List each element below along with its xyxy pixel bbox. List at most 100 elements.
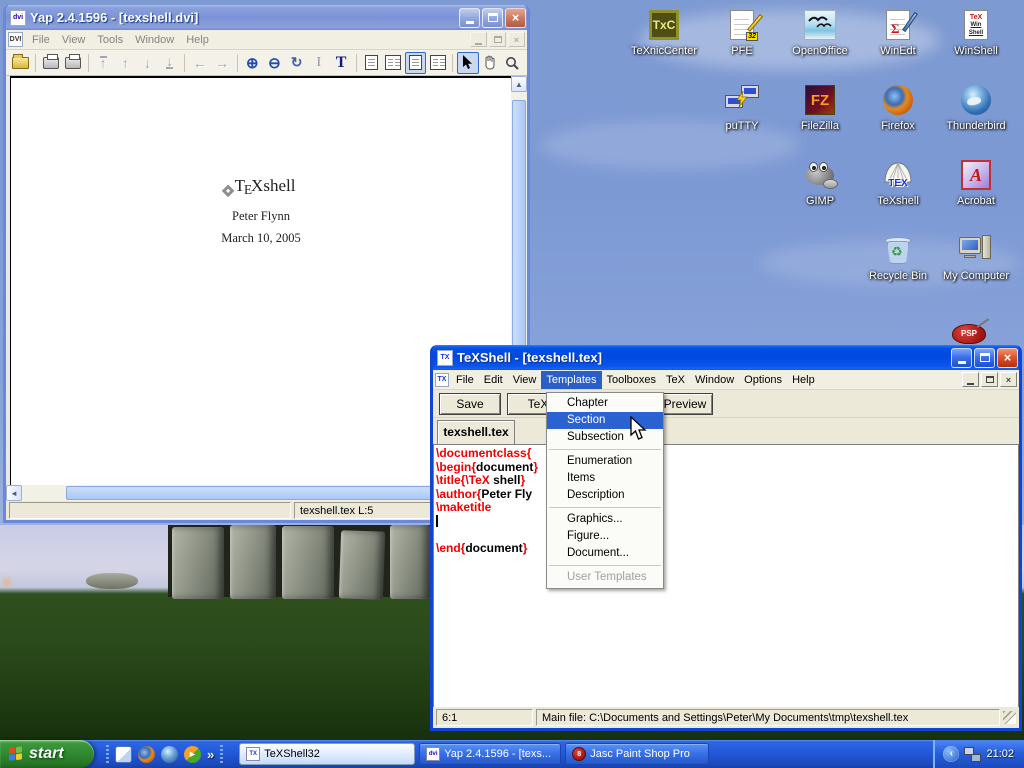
- back-icon[interactable]: ←: [189, 52, 210, 74]
- openoffice-icon: [803, 8, 837, 42]
- menu-templates[interactable]: Templates: [541, 371, 601, 389]
- menu-item-user-templates: User Templates: [547, 569, 663, 586]
- menu-file[interactable]: File: [451, 371, 479, 389]
- menu-options[interactable]: Options: [739, 371, 787, 389]
- menu-item-enumeration[interactable]: Enumeration: [547, 453, 663, 470]
- desktop-icon-firefox[interactable]: Firefox: [859, 83, 937, 132]
- mdi-minimize-button[interactable]: [962, 372, 979, 387]
- stone: [282, 526, 334, 599]
- menu-view[interactable]: View: [56, 32, 92, 48]
- mdi-restore-button[interactable]: [489, 32, 506, 47]
- minimize-button[interactable]: [951, 348, 972, 368]
- show-desktop-icon[interactable]: [115, 746, 132, 763]
- desktop-icon-recycle-bin[interactable]: ♻ Recycle Bin: [859, 233, 937, 282]
- texshell-titlebar[interactable]: TX TeXShell - [texshell.tex] ×: [430, 345, 1022, 370]
- first-page-icon[interactable]: ↑: [93, 52, 114, 74]
- media-player-quicklaunch-icon[interactable]: ►: [184, 746, 201, 763]
- desktop-icon-my-computer[interactable]: My Computer: [937, 233, 1015, 282]
- mdi-restore-button[interactable]: [981, 372, 998, 387]
- taskbar: start ► » TX TeXShell32 dvi Yap 2.4.1596…: [0, 740, 1024, 768]
- tray-chevron-icon[interactable]: ‹: [943, 746, 959, 762]
- tab-texshell-tex[interactable]: texshell.tex: [437, 420, 515, 444]
- yap-titlebar[interactable]: dvi Yap 2.4.1596 - [texshell.dvi] ×: [3, 5, 530, 30]
- edit-cursor-icon[interactable]: I: [308, 52, 329, 74]
- double-page-icon[interactable]: [383, 52, 404, 74]
- mdi-close-button[interactable]: ×: [1000, 372, 1017, 387]
- code-area[interactable]: \documentclass{\begin{document}\title{\T…: [433, 444, 1019, 707]
- desktop-icon-winshell[interactable]: TeXWinShell WinShell: [937, 8, 1015, 57]
- desktop-icon-winedt[interactable]: Σ WinEdt: [859, 8, 937, 57]
- continuous-view-icon[interactable]: [405, 52, 426, 74]
- minimize-button[interactable]: [459, 8, 480, 28]
- pan-tool-icon[interactable]: [480, 52, 501, 74]
- page-up-icon[interactable]: ↑: [115, 52, 136, 74]
- desktop-icon-gimp[interactable]: GIMP: [781, 158, 859, 207]
- thunderbird-quicklaunch-icon[interactable]: [161, 746, 178, 763]
- taskbar-button-yap[interactable]: dvi Yap 2.4.1596 - [texs...: [419, 743, 561, 765]
- desktop-icon-texniccenter[interactable]: TxC TeXnicCenter: [625, 8, 703, 57]
- menu-item-chapter[interactable]: Chapter: [547, 395, 663, 412]
- menu-file[interactable]: File: [26, 32, 56, 48]
- close-button[interactable]: ×: [505, 8, 526, 28]
- menu-item-description[interactable]: Description: [547, 487, 663, 504]
- open-icon[interactable]: [10, 52, 31, 74]
- horizontal-scroll-thumb[interactable]: [66, 486, 491, 500]
- menu-separator: [549, 565, 661, 566]
- menu-help[interactable]: Help: [180, 32, 215, 48]
- select-tool-icon[interactable]: [457, 52, 478, 74]
- resize-grip[interactable]: [1003, 711, 1016, 724]
- save-button[interactable]: Save: [439, 393, 501, 415]
- menu-item-graphics[interactable]: Graphics...: [547, 511, 663, 528]
- maximize-button[interactable]: [482, 8, 503, 28]
- desktop-icon-putty[interactable]: puTTY: [703, 83, 781, 132]
- menu-view[interactable]: View: [508, 371, 542, 389]
- menu-item-items[interactable]: Items: [547, 470, 663, 487]
- menu-window[interactable]: Window: [129, 32, 180, 48]
- desktop-icon-texshell[interactable]: TEX TeXshell: [859, 158, 937, 207]
- magnify-tool-icon[interactable]: [502, 52, 523, 74]
- taskbar-button-texshell[interactable]: TX TeXShell32: [239, 743, 415, 765]
- desktop-icon-openoffice[interactable]: OpenOffice: [781, 8, 859, 57]
- toolbar-handle[interactable]: [220, 745, 223, 763]
- menu-edit[interactable]: Edit: [479, 371, 508, 389]
- desktop-icon-acrobat[interactable]: A Acrobat: [937, 158, 1015, 207]
- scroll-up-icon[interactable]: ▲: [511, 76, 527, 92]
- start-button[interactable]: start: [0, 740, 94, 768]
- desktop-icon-thunderbird[interactable]: Thunderbird: [937, 83, 1015, 132]
- single-page-icon[interactable]: [361, 52, 382, 74]
- taskbar-button-paintshoppro[interactable]: 8 Jasc Paint Shop Pro: [565, 743, 709, 765]
- menu-toolboxes[interactable]: Toolboxes: [602, 371, 662, 389]
- toolbar-handle[interactable]: [106, 745, 109, 763]
- mouse-cursor-icon: [629, 416, 647, 442]
- refresh-icon[interactable]: ↻: [286, 52, 307, 74]
- continuous-facing-icon[interactable]: [427, 52, 448, 74]
- menu-tex[interactable]: TeX: [661, 371, 690, 389]
- scroll-left-icon[interactable]: ◄: [6, 485, 22, 501]
- icon-label: TeXshell: [877, 195, 919, 207]
- forward-icon[interactable]: →: [211, 52, 232, 74]
- menu-window[interactable]: Window: [690, 371, 739, 389]
- close-button[interactable]: ×: [997, 348, 1018, 368]
- menu-tools[interactable]: Tools: [91, 32, 129, 48]
- print-setup-icon[interactable]: [62, 52, 83, 74]
- maximize-button[interactable]: [974, 348, 995, 368]
- menu-help[interactable]: Help: [787, 371, 820, 389]
- menu-item-document[interactable]: Document...: [547, 545, 663, 562]
- firefox-quicklaunch-icon[interactable]: [138, 746, 155, 763]
- mdi-close-button[interactable]: ×: [508, 32, 525, 47]
- text-select-icon[interactable]: T: [330, 52, 351, 74]
- menu-item-figure[interactable]: Figure...: [547, 528, 663, 545]
- network-icon[interactable]: [964, 747, 981, 762]
- zoom-in-icon[interactable]: ⊕: [242, 52, 263, 74]
- desktop-icon-filezilla[interactable]: FZ FileZilla: [781, 83, 859, 132]
- desktop-icon-paintshoppro[interactable]: PSP: [948, 322, 990, 345]
- zoom-out-icon[interactable]: ⊖: [264, 52, 285, 74]
- last-page-icon[interactable]: ↓: [159, 52, 180, 74]
- desktop-icon-pfe[interactable]: 32 PFE: [703, 8, 781, 57]
- preview-button[interactable]: Preview: [657, 393, 713, 415]
- putty-icon: [725, 83, 759, 117]
- chevron-more-icon[interactable]: »: [207, 747, 214, 762]
- print-icon[interactable]: [40, 52, 61, 74]
- page-down-icon[interactable]: ↓: [137, 52, 158, 74]
- mdi-minimize-button[interactable]: [470, 32, 487, 47]
